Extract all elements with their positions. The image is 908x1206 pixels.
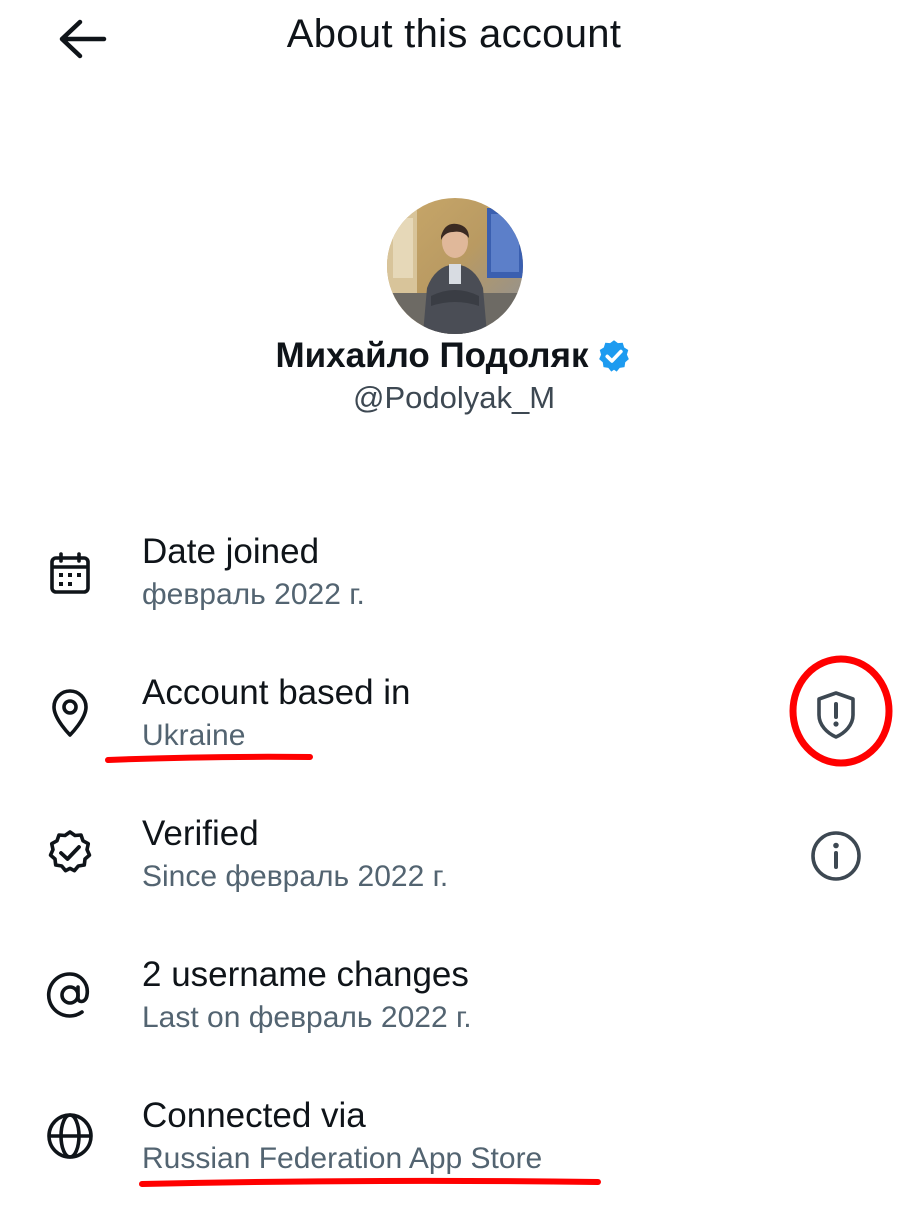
globe-icon [44,1110,96,1162]
avatar [387,198,523,334]
calendar-icon [44,548,96,600]
row-subtitle: февраль 2022 г. [142,578,365,611]
display-name: Михайло Подоляк [275,336,589,375]
top-bar: About this account [0,0,908,80]
row-subtitle: Ukraine [142,719,246,752]
row-title: 2 username changes [142,955,469,994]
at-sign-icon [44,969,96,1021]
row-verified: Verified Since февраль 2022 г. [0,814,908,924]
row-connected-via: Connected via Russian Federation App Sto… [0,1096,908,1206]
row-username-changes: 2 username changes Last on февраль 2022 … [0,955,908,1065]
row-title: Date joined [142,532,320,571]
page-title: About this account [286,12,622,56]
row-subtitle: Since февраль 2022 г. [142,860,449,893]
shield-alert-button[interactable] [808,687,864,743]
info-icon [811,831,861,881]
row-subtitle: Last on февраль 2022 г. [142,1001,472,1034]
row-subtitle: Russian Federation App Store [142,1142,543,1175]
row-title: Connected via [142,1096,366,1135]
display-name-row: Михайло Подоляк [0,336,908,376]
row-title: Verified [142,814,259,853]
verified-badge-icon[interactable] [596,338,632,374]
info-button[interactable] [808,828,864,884]
row-date-joined: Date joined февраль 2022 г. [0,532,908,642]
row-title: Account based in [142,673,411,712]
row-account-based-in: Account based in Ukraine [0,673,908,783]
user-handle: @Podolyak_M [352,380,556,415]
location-pin-icon [44,687,96,739]
shield-alert-icon [817,691,855,739]
verified-outline-icon [44,828,96,880]
